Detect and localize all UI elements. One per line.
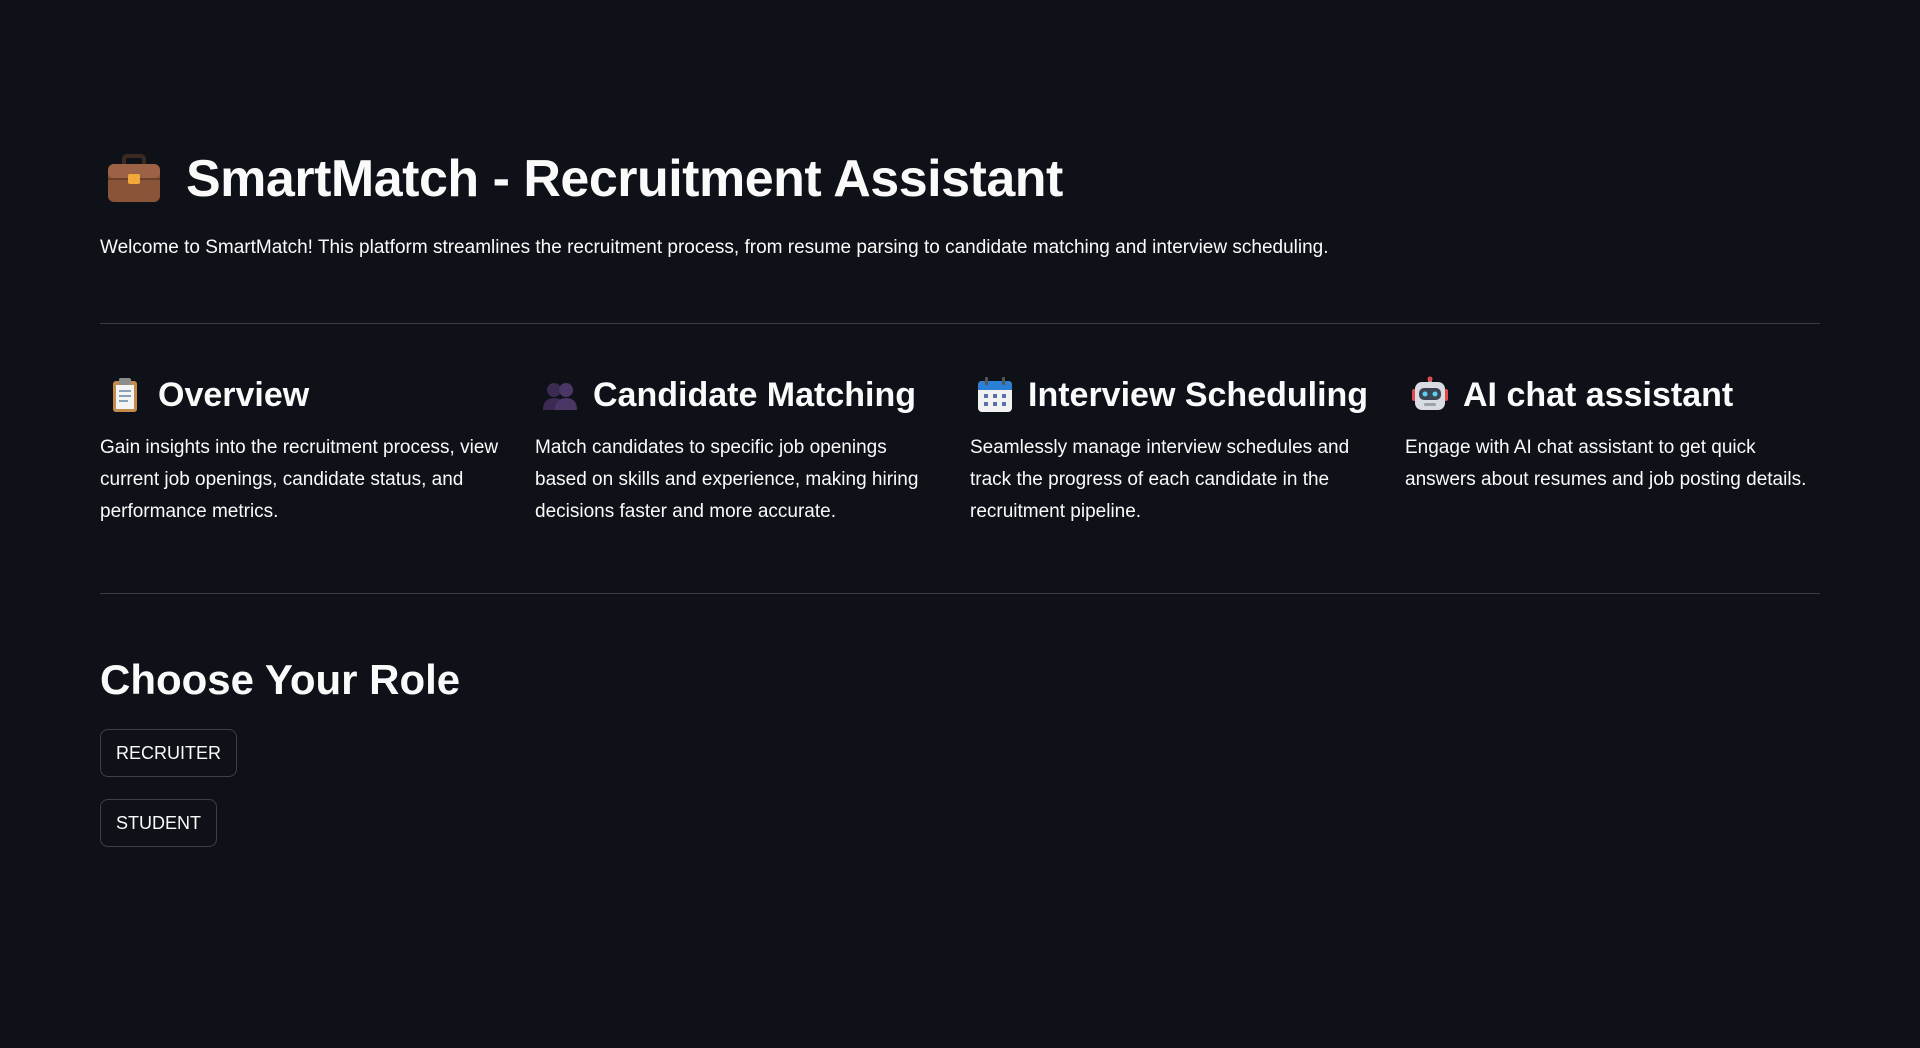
robot-icon	[1411, 376, 1449, 414]
recruiter-button[interactable]: RECRUITER	[100, 729, 238, 777]
briefcase-icon	[106, 154, 162, 204]
feature-header: Candidate Matching	[541, 372, 940, 418]
feature-interview-scheduling: Interview Scheduling Seamlessly manage i…	[970, 372, 1375, 528]
clipboard-icon	[106, 376, 144, 414]
divider	[100, 323, 1820, 324]
feature-ai-chat-assistant: AI chat assistant Engage with AI chat as…	[1405, 372, 1820, 496]
student-button[interactable]: STUDENT	[100, 799, 217, 847]
feature-description: Gain insights into the recruitment proce…	[100, 437, 499, 522]
feature-title: Interview Scheduling	[1028, 375, 1369, 414]
feature-row: Overview Gain insights into the recruitm…	[100, 372, 1820, 552]
role-section-title: Choose Your Role	[100, 656, 461, 703]
feature-candidate-matching: Candidate Matching Match candidates to s…	[535, 372, 940, 528]
feature-description: Engage with AI chat assistant to get qui…	[1405, 437, 1807, 490]
page-title: SmartMatch - Recruitment Assistant	[186, 150, 1063, 208]
people-icon	[541, 376, 579, 414]
page-header: SmartMatch - Recruitment Assistant	[106, 146, 1063, 212]
feature-title: AI chat assistant	[1463, 375, 1734, 414]
feature-title: Overview	[158, 375, 310, 414]
calendar-icon	[976, 376, 1014, 414]
feature-overview: Overview Gain insights into the recruitm…	[100, 372, 505, 528]
feature-description: Match candidates to specific job opening…	[535, 437, 919, 522]
feature-title: Candidate Matching	[593, 375, 917, 414]
divider	[100, 593, 1820, 594]
feature-header: AI chat assistant	[1411, 372, 1820, 418]
feature-header: Overview	[106, 372, 505, 418]
welcome-text: Welcome to SmartMatch! This platform str…	[100, 237, 1329, 258]
feature-header: Interview Scheduling	[976, 372, 1375, 418]
feature-description: Seamlessly manage interview schedules an…	[970, 437, 1350, 522]
